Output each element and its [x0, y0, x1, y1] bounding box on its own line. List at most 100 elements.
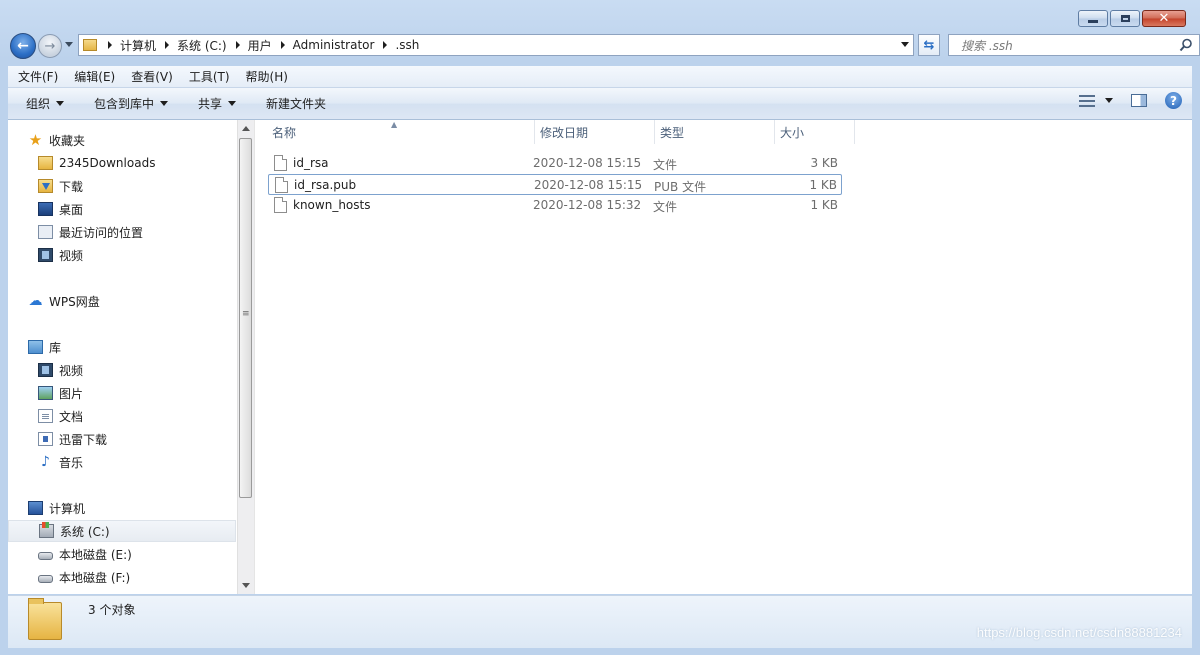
- nav-2345downloads[interactable]: 2345Downloads: [8, 152, 236, 174]
- organize-label: 组织: [26, 97, 51, 111]
- file-icon: [274, 155, 287, 171]
- chevron-down-icon: [56, 101, 65, 106]
- menu-file[interactable]: 文件(F): [8, 68, 64, 85]
- breadcrumb-ssh[interactable]: .ssh: [395, 38, 419, 52]
- file-size: 1 KB: [810, 198, 838, 212]
- star-icon: ★: [28, 131, 43, 149]
- file-size: 3 KB: [810, 156, 838, 170]
- nav-scrollbar[interactable]: [237, 120, 254, 594]
- file-type: 文件: [653, 158, 678, 172]
- search-icon[interactable]: [1179, 38, 1193, 52]
- column-label: 修改日期: [540, 125, 589, 140]
- column-header-size[interactable]: 大小: [774, 120, 854, 144]
- close-button[interactable]: ✕: [1142, 10, 1186, 27]
- column-separator[interactable]: [854, 120, 855, 144]
- breadcrumb-drive-c[interactable]: 系统 (C:): [177, 37, 227, 54]
- include-in-library-button[interactable]: 包含到库中: [76, 95, 180, 112]
- nav-drive-e[interactable]: 本地磁盘 (E:): [8, 543, 236, 565]
- nav-label: 2345Downloads: [59, 156, 156, 170]
- nav-label: 视频: [59, 363, 84, 378]
- nav-library-videos[interactable]: 视频: [8, 359, 236, 381]
- refresh-button[interactable]: ⇆: [918, 34, 940, 56]
- file-name: id_rsa: [293, 156, 329, 170]
- content-area: ★ 收藏夹 2345Downloads 下载 桌面 最近访问的位置 视频 ☁ WPS…: [8, 120, 1192, 594]
- download-folder-icon: [38, 179, 53, 193]
- chevron-right-icon[interactable]: [165, 41, 170, 49]
- breadcrumb-users[interactable]: 用户: [248, 37, 272, 54]
- search-input[interactable]: [959, 36, 1173, 56]
- nav-library-pictures[interactable]: 图片: [8, 382, 236, 404]
- explorer-window: ✕ ← → 计算机 系统 (C:) 用户 Administrator .ssh …: [0, 0, 1200, 655]
- nav-library-thunder[interactable]: 迅雷下载: [8, 428, 236, 450]
- file-size: 1 KB: [809, 178, 837, 192]
- menu-tools[interactable]: 工具(T): [179, 68, 236, 85]
- nav-drive-f[interactable]: 本地磁盘 (F:): [8, 566, 236, 588]
- close-icon: ✕: [1158, 11, 1170, 26]
- navigation-row: ← → 计算机 系统 (C:) 用户 Administrator .ssh ⇆: [10, 33, 1200, 59]
- nav-wps-cloud[interactable]: ☁ WPS网盘: [8, 290, 236, 312]
- library-icon: [28, 340, 43, 354]
- file-row[interactable]: id_rsa.pub 2020-12-08 15:15 PUB 文件 1 KB: [268, 174, 842, 195]
- nav-label: 库: [49, 340, 62, 355]
- new-folder-label: 新建文件夹: [266, 97, 327, 111]
- nav-drive-c[interactable]: 系统 (C:): [8, 520, 236, 542]
- video-icon: [38, 248, 53, 262]
- menu-help[interactable]: 帮助(H): [236, 68, 294, 85]
- pane-divider[interactable]: [254, 120, 255, 594]
- file-name: known_hosts: [293, 198, 371, 212]
- scroll-down-icon[interactable]: [242, 583, 250, 588]
- back-arrow-icon: ←: [17, 38, 29, 54]
- address-bar[interactable]: 计算机 系统 (C:) 用户 Administrator .ssh: [78, 34, 914, 56]
- address-history-dropdown[interactable]: [901, 42, 909, 47]
- music-icon: ♪: [41, 454, 50, 470]
- cloud-icon: ☁: [28, 293, 43, 309]
- chevron-right-icon[interactable]: [108, 41, 112, 49]
- drive-icon: [38, 575, 53, 583]
- chevron-right-icon[interactable]: [235, 41, 240, 49]
- view-options-icon[interactable]: [1079, 94, 1095, 107]
- maximize-button[interactable]: [1110, 10, 1140, 27]
- column-header-date[interactable]: 修改日期: [534, 120, 654, 144]
- nav-favorites-videos[interactable]: 视频: [8, 244, 236, 266]
- organize-button[interactable]: 组织: [8, 95, 76, 112]
- preview-pane-icon[interactable]: [1131, 94, 1147, 107]
- nav-library-music[interactable]: ♪ 音乐: [8, 451, 236, 473]
- include-in-library-label: 包含到库中: [94, 97, 155, 111]
- breadcrumb-computer[interactable]: 计算机: [120, 37, 156, 54]
- chevron-down-icon: [160, 101, 169, 106]
- help-icon[interactable]: ?: [1165, 92, 1182, 109]
- nav-desktop[interactable]: 桌面: [8, 198, 236, 220]
- minimize-button[interactable]: [1078, 10, 1108, 27]
- breadcrumb-administrator[interactable]: Administrator: [293, 38, 375, 52]
- nav-label: 视频: [59, 248, 84, 263]
- column-header-name[interactable]: 名称: [266, 120, 534, 144]
- nav-label: 计算机: [49, 501, 86, 516]
- scroll-thumb[interactable]: [239, 138, 252, 498]
- nav-library-documents[interactable]: 文档: [8, 405, 236, 427]
- new-folder-button[interactable]: 新建文件夹: [248, 95, 338, 112]
- nav-downloads[interactable]: 下载: [8, 175, 236, 197]
- recent-pages-dropdown[interactable]: [65, 42, 73, 47]
- menu-edit[interactable]: 编辑(E): [64, 68, 121, 85]
- view-options-dropdown[interactable]: [1105, 98, 1113, 103]
- file-row[interactable]: known_hosts 2020-12-08 15:32 文件 1 KB: [268, 195, 842, 216]
- drive-icon: [38, 552, 53, 560]
- chevron-right-icon[interactable]: [383, 41, 388, 49]
- system-drive-icon: [39, 522, 54, 538]
- recent-places-icon: [38, 225, 53, 239]
- minimize-icon: [1088, 19, 1098, 23]
- forward-button[interactable]: →: [38, 34, 62, 58]
- nav-recent-places[interactable]: 最近访问的位置: [8, 221, 236, 243]
- column-label: 类型: [660, 125, 685, 140]
- nav-computer[interactable]: 计算机: [8, 497, 236, 519]
- nav-favorites[interactable]: ★ 收藏夹: [8, 129, 236, 151]
- share-button[interactable]: 共享: [180, 95, 248, 112]
- column-header-type[interactable]: 类型: [654, 120, 774, 144]
- nav-label: 迅雷下载: [59, 432, 108, 447]
- back-button[interactable]: ←: [10, 33, 36, 59]
- menu-view[interactable]: 查看(V): [121, 68, 179, 85]
- nav-libraries[interactable]: 库: [8, 336, 236, 358]
- chevron-right-icon[interactable]: [280, 41, 285, 49]
- scroll-up-icon[interactable]: [242, 126, 250, 131]
- file-row[interactable]: id_rsa 2020-12-08 15:15 文件 3 KB: [268, 153, 842, 174]
